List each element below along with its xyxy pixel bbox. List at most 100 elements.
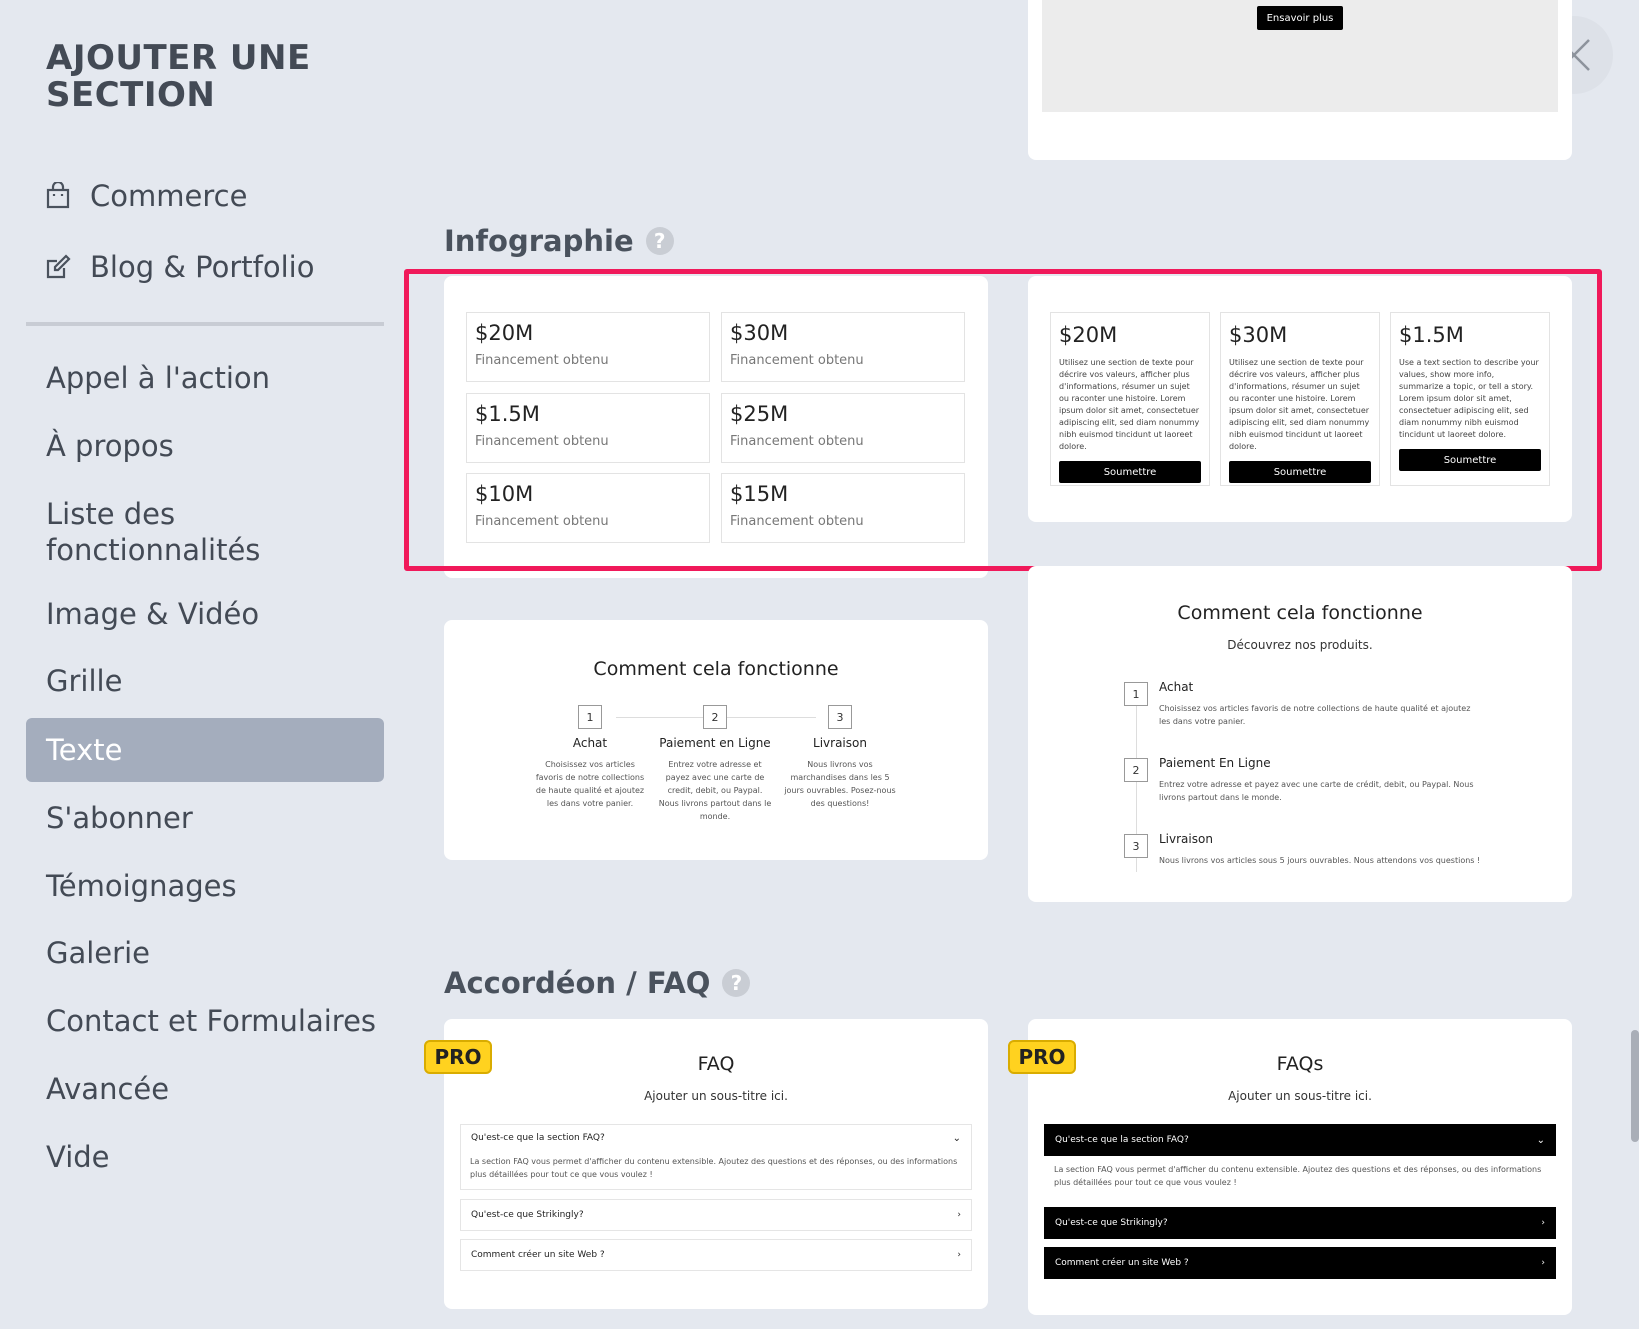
- stat-column: $1.5M Use a text section to describe you…: [1390, 312, 1550, 486]
- help-icon[interactable]: ?: [722, 969, 751, 997]
- card-subtitle: Ajouter un sous-titre ici.: [644, 1089, 788, 1103]
- sidebar-divider: [26, 322, 384, 326]
- sidebar-item-subscribe[interactable]: S'abonner: [46, 800, 193, 836]
- stat-value: $10M: [475, 482, 534, 506]
- faq-item: Comment créer un site Web ? ›: [1044, 1247, 1556, 1279]
- faq-item: Comment créer un site Web ? ›: [460, 1239, 972, 1271]
- sidebar-item-empty[interactable]: Vide: [46, 1139, 110, 1175]
- stat-item: $15M Financement obtenu: [721, 473, 965, 543]
- stat-value: $1.5M: [1399, 323, 1464, 347]
- card-title: FAQ: [697, 1053, 735, 1075]
- sidebar-title: AJOUTER UNE SECTION: [46, 38, 311, 115]
- stat-description: Utilisez une section de texte pour décri…: [1229, 358, 1370, 451]
- faq-item-expanded: Qu'est-ce que la section FAQ? ⌄: [1044, 1124, 1556, 1156]
- submit-button: Soumettre: [1229, 461, 1371, 483]
- submit-button: Soumettre: [1059, 461, 1201, 483]
- sidebar-item-text[interactable]: Texte: [26, 718, 384, 782]
- scrollbar-thumb[interactable]: [1631, 1030, 1639, 1142]
- stat-value: $20M: [475, 321, 534, 345]
- how-it-works-vertical-card[interactable]: Comment cela fonctionne Découvrez nos pr…: [1028, 566, 1572, 902]
- stat-item: $1.5M Financement obtenu: [466, 393, 710, 463]
- edit-icon: [46, 254, 71, 279]
- sidebar-item-call-to-action[interactable]: Appel à l'action: [46, 360, 270, 396]
- faq-question: Comment créer un site Web ?: [471, 1250, 605, 1260]
- section-template-card[interactable]: Ensavoir plus: [1028, 0, 1572, 160]
- chevron-right-icon: ›: [957, 1210, 961, 1220]
- step-name: Achat: [1159, 680, 1194, 694]
- faq-light-card[interactable]: FAQ Ajouter un sous-titre ici. Qu'est-ce…: [444, 1019, 988, 1309]
- step-number: 2: [1124, 758, 1148, 782]
- card-subtitle: Découvrez nos produits.: [1227, 638, 1373, 652]
- faq-question: Qu'est-ce que Strikingly?: [1055, 1218, 1168, 1228]
- infographie-columns-card[interactable]: $20M Utilisez une section de texte pour …: [1028, 276, 1572, 522]
- stat-label: Financement obtenu: [730, 434, 864, 449]
- step-name: Paiement En Ligne: [1159, 756, 1271, 770]
- step-number: 2: [703, 705, 727, 729]
- sidebar-item-testimonials[interactable]: Témoignages: [46, 868, 237, 904]
- chevron-down-icon: ⌄: [1536, 1134, 1545, 1146]
- sidebar-item-about[interactable]: À propos: [46, 428, 174, 464]
- step-description: Nous livrons vos articles sous 5 jours o…: [1159, 856, 1481, 865]
- pro-badge: PRO: [1008, 1040, 1076, 1074]
- section-heading-text: Infographie: [444, 224, 634, 258]
- stat-item: $20M Financement obtenu: [466, 312, 710, 382]
- faq-question: Qu'est-ce que la section FAQ?: [471, 1133, 605, 1143]
- step-description: Choisissez vos articles favoris de notre…: [535, 760, 645, 808]
- faq-answer: La section FAQ vous permet d'afficher du…: [1054, 1165, 1542, 1187]
- stat-description: Utilisez une section de texte pour décri…: [1059, 358, 1200, 451]
- chevron-right-icon: ›: [1541, 1258, 1545, 1268]
- stat-column: $20M Utilisez une section de texte pour …: [1050, 312, 1210, 486]
- how-it-works-horizontal-card[interactable]: Comment cela fonctionne 1 2 3 Achat Paie…: [444, 620, 988, 860]
- stat-value: $15M: [730, 482, 789, 506]
- step-number: 3: [828, 705, 852, 729]
- sidebar-item-gallery[interactable]: Galerie: [46, 935, 150, 971]
- stat-label: Financement obtenu: [475, 514, 609, 529]
- sidebar-item-image-video[interactable]: Image & Vidéo: [46, 596, 259, 632]
- section-heading-infographie: Infographie ?: [444, 224, 674, 258]
- template-image-placeholder: Ensavoir plus: [1042, 0, 1558, 112]
- chevron-down-icon: ⌄: [952, 1133, 961, 1144]
- sidebar-item-blog-portfolio[interactable]: Blog & Portfolio: [44, 247, 314, 287]
- step-description: Choisissez vos articles favoris de notre…: [1159, 704, 1471, 726]
- step-name: Achat: [572, 736, 608, 750]
- sidebar-item-advanced[interactable]: Avancée: [46, 1071, 169, 1107]
- stat-label: Financement obtenu: [730, 514, 864, 529]
- faq-dark-card[interactable]: FAQs Ajouter un sous-titre ici. Qu'est-c…: [1028, 1019, 1572, 1315]
- stat-label: Financement obtenu: [475, 353, 609, 368]
- stat-value: $30M: [730, 321, 789, 345]
- help-icon[interactable]: ?: [645, 227, 674, 255]
- stat-item: $10M Financement obtenu: [466, 473, 710, 543]
- shopping-bag-icon: [46, 182, 70, 209]
- stat-value: $1.5M: [475, 402, 540, 426]
- section-heading-text: Accordéon / FAQ: [444, 966, 711, 1000]
- card-title: Comment cela fonctionne: [593, 658, 839, 680]
- card-title: FAQs: [1276, 1053, 1324, 1075]
- step-name: Paiement en Ligne: [659, 736, 771, 750]
- sidebar-item-commerce[interactable]: Commerce: [44, 176, 247, 216]
- stat-label: Financement obtenu: [730, 353, 864, 368]
- sidebar-item-contact-forms[interactable]: Contact et Formulaires: [46, 1003, 376, 1039]
- step-description: Nous livrons vos marchandises dans les 5…: [784, 760, 896, 808]
- sidebar-item-label: Blog & Portfolio: [90, 250, 315, 284]
- sidebar: AJOUTER UNE SECTION Commerce Blog & Port…: [0, 0, 400, 1329]
- sidebar-item-features[interactable]: Liste des fonctionnalités: [46, 496, 346, 568]
- chevron-right-icon: ›: [1541, 1218, 1545, 1228]
- stat-column: $30M Utilisez une section de texte pour …: [1220, 312, 1380, 486]
- stat-label: Financement obtenu: [475, 434, 609, 449]
- step-description: Entrez votre adresse et payez avec une c…: [658, 760, 772, 821]
- faq-item: Qu'est-ce que Strikingly? ›: [460, 1199, 972, 1231]
- step-name: Livraison: [1159, 832, 1213, 846]
- step-description: Entrez votre adresse et payez avec une c…: [1159, 780, 1474, 802]
- pro-badge: PRO: [424, 1040, 492, 1074]
- sidebar-item-grid[interactable]: Grille: [46, 663, 122, 699]
- step-number: 3: [1124, 834, 1148, 858]
- submit-button: Soumettre: [1399, 449, 1541, 471]
- faq-question: Qu'est-ce que Strikingly?: [471, 1210, 584, 1220]
- stat-description: Use a text section to describe your valu…: [1399, 358, 1539, 439]
- card-title: Comment cela fonctionne: [1177, 602, 1423, 624]
- step-number: 1: [578, 705, 602, 729]
- infographie-grid-card[interactable]: $20M Financement obtenu $30M Financement…: [444, 276, 988, 578]
- faq-answer: La section FAQ vous permet d'afficher du…: [470, 1157, 958, 1179]
- stat-value: $25M: [730, 402, 789, 426]
- chevron-right-icon: ›: [957, 1250, 961, 1260]
